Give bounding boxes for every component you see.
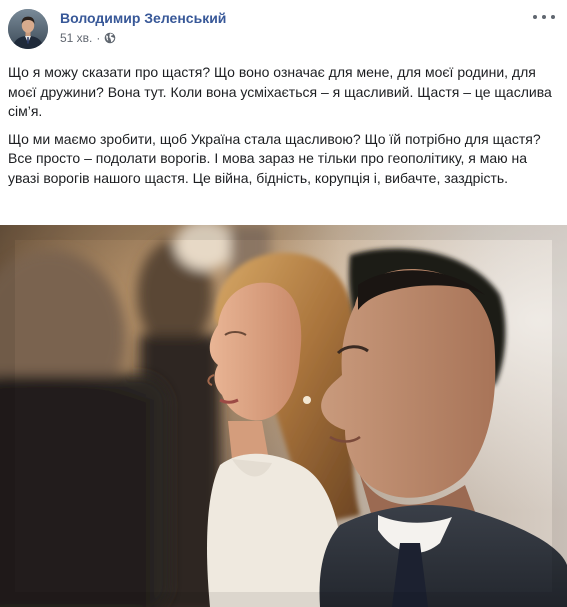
- meta-separator: ·: [96, 31, 101, 45]
- post-text: Що я можу сказати про щастя? Що воно озн…: [8, 63, 553, 196]
- globe-icon[interactable]: [104, 32, 116, 44]
- facebook-post: Володимир Зеленський 51 хв. · Що я можу …: [0, 0, 567, 607]
- more-dot: [551, 15, 555, 19]
- post-photo-image: [0, 225, 567, 607]
- more-options-icon[interactable]: [533, 10, 555, 24]
- post-header: Володимир Зеленський 51 хв. ·: [8, 4, 559, 52]
- post-photo[interactable]: [0, 225, 567, 607]
- post-paragraph: Що ми маємо зробити, щоб Україна стала щ…: [8, 130, 541, 186]
- more-dot: [533, 15, 537, 19]
- avatar-photo: [8, 9, 48, 49]
- author-avatar[interactable]: [8, 9, 48, 49]
- author-name[interactable]: Володимир Зеленський: [60, 10, 226, 26]
- post-timestamp[interactable]: 51 хв.: [60, 31, 92, 45]
- more-dot: [542, 15, 546, 19]
- post-paragraph: Що я можу сказати про щастя? Що воно озн…: [8, 64, 552, 119]
- post-meta: 51 хв. ·: [60, 31, 116, 45]
